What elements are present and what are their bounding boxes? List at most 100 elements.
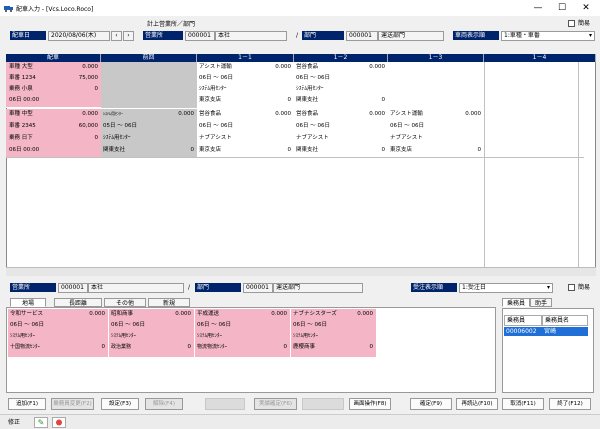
- order-dates: 06日 ～ 06日: [293, 322, 327, 328]
- office-label: 営業所: [143, 31, 183, 40]
- slot-branch: 関東支社: [296, 147, 319, 153]
- set-button[interactable]: 設定(F3): [101, 398, 139, 410]
- window-title: 配車入力 - [Vcs.Loco.Roco]: [16, 6, 94, 13]
- previous-cell-empty[interactable]: [101, 62, 197, 108]
- order-sort-select[interactable]: 1:受注日 ▾: [459, 283, 553, 293]
- order-amount: 0: [187, 344, 192, 350]
- slot-center: ナブアシスト: [390, 135, 423, 141]
- previous-weight: 0.000: [178, 111, 194, 117]
- vehicle-cell[interactable]: 車種 大型 0.000 車番 1234 75,000 乗務 小泉 0 06日 0…: [6, 62, 101, 108]
- office-code-field[interactable]: 000001: [185, 31, 215, 41]
- slot-cell[interactable]: 営谷食品 0.000 06日 ～ 06日 ｼｽﾃﾑ用ｾﾝﾀｰ 関東支社 0: [294, 62, 388, 108]
- slot-cell[interactable]: 営谷食品 0.000 06日 ～ 06日 ナブアシスト 関東支社 0: [294, 109, 388, 157]
- crew-row-code[interactable]: 00006002: [504, 327, 542, 336]
- separator-slash: /: [296, 32, 299, 39]
- vehicle-date: 06日 00:00: [9, 97, 40, 103]
- order-card[interactable]: 昭和商事 0.000 06日 ～ 06日 ｼｽﾃﾑ用ｾﾝﾀｰ 政治業務 0: [109, 309, 194, 357]
- dept-name-field: 運送部門: [378, 31, 444, 41]
- tab-assistant[interactable]: 助手: [530, 298, 552, 307]
- slot-destination: アシスト運輸: [199, 64, 232, 70]
- screen-op-button[interactable]: 画面操作(F8): [349, 398, 391, 410]
- slot-amount: 0: [381, 147, 386, 153]
- vehicle-type: 車種 中型: [9, 111, 33, 117]
- driver-change-button[interactable]: 乗務員変更(F2): [51, 398, 94, 410]
- crew-header-name: 乗務員名: [542, 315, 588, 326]
- previous-branch: 関東支社: [103, 147, 126, 153]
- crew-row-name[interactable]: 宮崎: [542, 327, 588, 336]
- f7-button[interactable]: [302, 398, 344, 410]
- close-icon[interactable]: ✕: [576, 2, 596, 14]
- pencil-icon[interactable]: ✎: [34, 417, 48, 428]
- exit-button[interactable]: 終了(F12): [549, 398, 591, 410]
- vehicle-driver: 乗務 小泉: [9, 86, 33, 92]
- cancel-button[interactable]: 取消(F11): [502, 398, 544, 410]
- slot-dates: 06日 ～ 06日: [199, 123, 233, 129]
- release-button[interactable]: 解除(F4): [145, 398, 183, 410]
- tab-long-distance[interactable]: 長距離: [54, 298, 102, 307]
- lower-simple-label: 簡易: [578, 284, 591, 291]
- vehicle-order-value: 1:車種・車番: [504, 32, 540, 39]
- slot-weight: 0.000: [369, 64, 385, 70]
- slot-amount: 0: [477, 147, 482, 153]
- lower-dept-code[interactable]: 000001: [243, 283, 273, 293]
- next-date-button[interactable]: ›: [123, 31, 134, 41]
- add-button[interactable]: 追加(F1): [8, 398, 46, 410]
- grid-horizontal-scrollbar[interactable]: [6, 267, 596, 276]
- record-icon[interactable]: [52, 417, 66, 428]
- order-branch: 物流物流ｾﾝﾀｰ: [197, 344, 228, 350]
- mode-label: 修正: [8, 419, 21, 426]
- order-card[interactable]: 令和サービス 0.000 06日 ～ 06日 ｼｽﾃﾑ用ｾﾝﾀｰ 十国物流ｾﾝﾀ…: [8, 309, 108, 357]
- vehicle-type: 車種 大型: [9, 64, 33, 70]
- slot-destination: 営谷食品: [296, 64, 319, 70]
- app-icon: [4, 6, 13, 12]
- confirm-actual-button[interactable]: 実績確定(F6): [254, 398, 297, 410]
- minimize-icon[interactable]: —: [528, 2, 548, 14]
- order-weight: 0.000: [271, 311, 287, 317]
- order-center: ｼｽﾃﾑ用ｾﾝﾀｰ: [111, 333, 137, 339]
- grid-header-vehicle: 配車: [6, 54, 101, 62]
- slot-amount: 0: [287, 147, 292, 153]
- grid-header-slot-1: 1－1: [197, 54, 294, 62]
- date-field[interactable]: 2020/08/06(木): [48, 31, 110, 41]
- slot-weight: 0.000: [275, 64, 291, 70]
- simple-mode-checkbox[interactable]: [568, 20, 575, 27]
- dept-code-field[interactable]: 000001: [346, 31, 378, 41]
- tab-local[interactable]: 地場: [10, 298, 46, 307]
- billing-title: 計上営業所／部門: [147, 21, 196, 28]
- vehicle-cell[interactable]: 車種 中型 0.000 車番 2345 60,000 乗務 日下 0 06日 0…: [6, 109, 101, 157]
- tab-new[interactable]: 新規: [148, 298, 190, 307]
- grid-header-previous: 前回: [101, 54, 197, 62]
- order-amount: 0: [369, 344, 374, 350]
- order-center: ｼｽﾃﾑ用ｾﾝﾀｰ: [10, 333, 36, 339]
- slot-cell[interactable]: アシスト運輸 0.000 06日 ～ 06日 ナブアシスト 東京支店 0: [388, 109, 484, 157]
- slot-destination: 営谷食品: [296, 111, 319, 117]
- tab-other[interactable]: その他: [104, 298, 146, 307]
- vehicle-capacity: 75,000: [78, 75, 98, 81]
- slot-cell[interactable]: 営谷食品 0.000 06日 ～ 06日 ナブアシスト 東京支店 0: [197, 109, 294, 157]
- confirm-button[interactable]: 確定(F9): [410, 398, 452, 410]
- slot-amount: 0: [287, 97, 292, 103]
- f5-button[interactable]: [205, 398, 245, 410]
- reload-button[interactable]: 再読込(F10): [456, 398, 498, 410]
- previous-cell[interactable]: ｼｽﾃﾑ用ｾﾝﾀｰ 0.000 05日 ～ 06日 ｼｽﾃﾑ用ｾﾝﾀｰ 関東支社…: [101, 109, 197, 157]
- vehicle-driver-count: 0: [94, 135, 99, 141]
- slot-dates: 06日 ～ 06日: [390, 123, 424, 129]
- maximize-icon[interactable]: ☐: [552, 2, 572, 14]
- chevron-down-icon: ▾: [588, 32, 592, 39]
- prev-date-button[interactable]: ‹: [111, 31, 122, 41]
- order-name: 昭和商事: [111, 311, 134, 317]
- order-name: 平成運送: [197, 311, 220, 317]
- crew-header-code: 乗務員: [504, 315, 542, 326]
- order-amount: 0: [283, 344, 288, 350]
- vehicle-order-select[interactable]: 1:車種・車番 ▾: [501, 31, 595, 41]
- lower-simple-checkbox[interactable]: [568, 284, 575, 291]
- order-card[interactable]: 平成運送 0.000 06日 ～ 06日 ｼｽﾃﾑ用ｾﾝﾀｰ 物流物流ｾﾝﾀｰ …: [195, 309, 290, 357]
- lower-office-code[interactable]: 000001: [58, 283, 88, 293]
- slot-cell[interactable]: アシスト運輸 0.000 06日 ～ 06日 ｼｽﾃﾑ用ｾﾝﾀｰ 東京支店 0: [197, 62, 294, 108]
- previous-center: ｼｽﾃﾑ用ｾﾝﾀｰ: [103, 135, 131, 141]
- tab-driver[interactable]: 乗務員: [502, 298, 530, 307]
- vehicle-order-label: 車両表示順: [453, 31, 499, 40]
- slot-dates: 06日 ～ 06日: [296, 75, 330, 81]
- order-weight: 0.000: [89, 311, 105, 317]
- order-card[interactable]: ナブナシスターズ 0.000 06日 ～ 06日 ｼｽﾃﾑ用ｾﾝﾀｰ 鹿櫻商事 …: [291, 309, 376, 357]
